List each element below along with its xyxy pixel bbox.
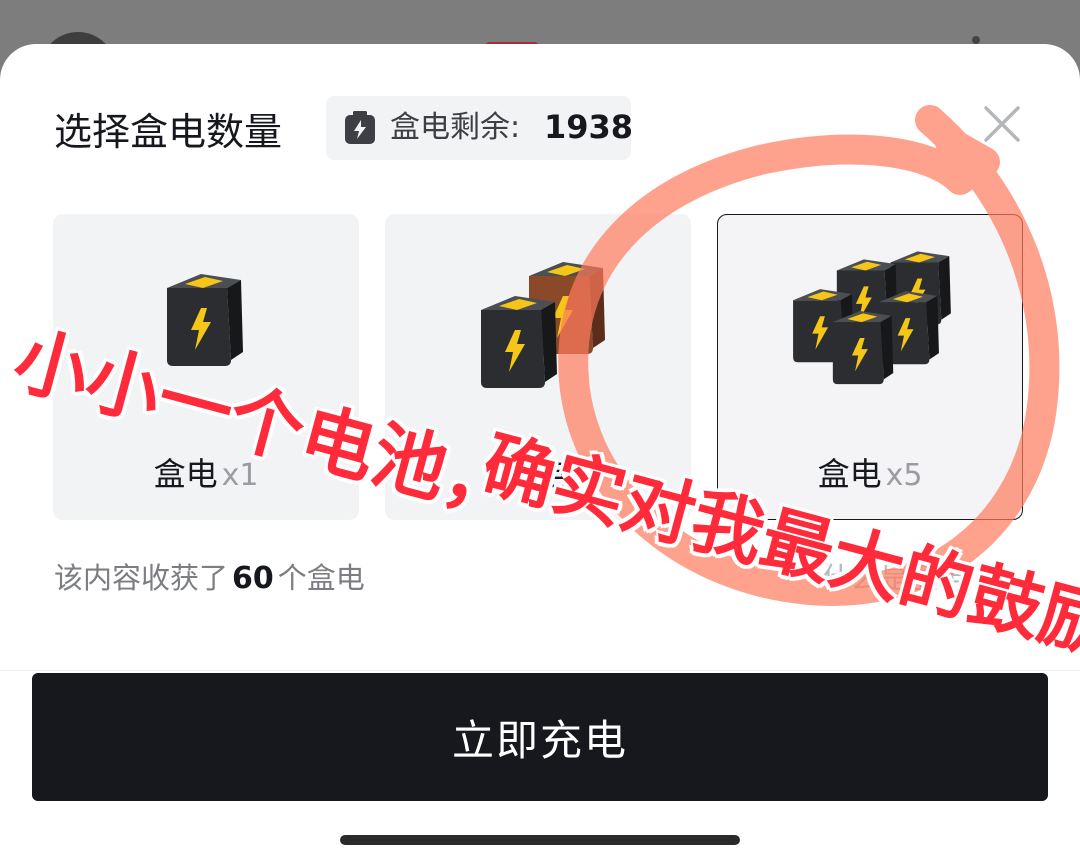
quantity-option-x2[interactable]: 盒电 — [385, 214, 691, 520]
balance-label: 盒电剩余: — [390, 110, 521, 145]
single-battery-icon — [167, 274, 243, 366]
sheet-title: 选择盒电数量 — [54, 110, 283, 154]
home-indicator — [340, 835, 740, 845]
option-label: 盒电 x1 — [153, 455, 259, 493]
balance-value: 1938 — [544, 108, 634, 146]
five-battery-icon — [793, 251, 951, 385]
divider — [0, 670, 1080, 671]
balance-chip: 盒电剩余: 1938 — [326, 96, 634, 160]
close-icon[interactable] — [980, 102, 1024, 146]
received-count-text: 该内容收获了 60 个盒电 — [54, 561, 365, 596]
what-is-link[interactable]: 什么是盒电 — [822, 559, 967, 597]
double-battery-icon — [481, 262, 605, 388]
option-label: 盒电 x5 — [817, 455, 923, 493]
quantity-option-x5[interactable]: 盒电 x5 — [717, 214, 1023, 520]
charge-bottom-sheet: 选择盒电数量 盒电剩余: 1938 盒电 x1 盒电 盒电 x5 该内容收获了 … — [0, 44, 1080, 861]
option-label: 盒电 — [503, 455, 568, 493]
battery-icon — [345, 111, 375, 144]
quantity-option-x1[interactable]: 盒电 x1 — [53, 214, 359, 520]
charge-now-button[interactable]: 立即充电 — [32, 673, 1048, 801]
more-icon — [972, 36, 980, 44]
